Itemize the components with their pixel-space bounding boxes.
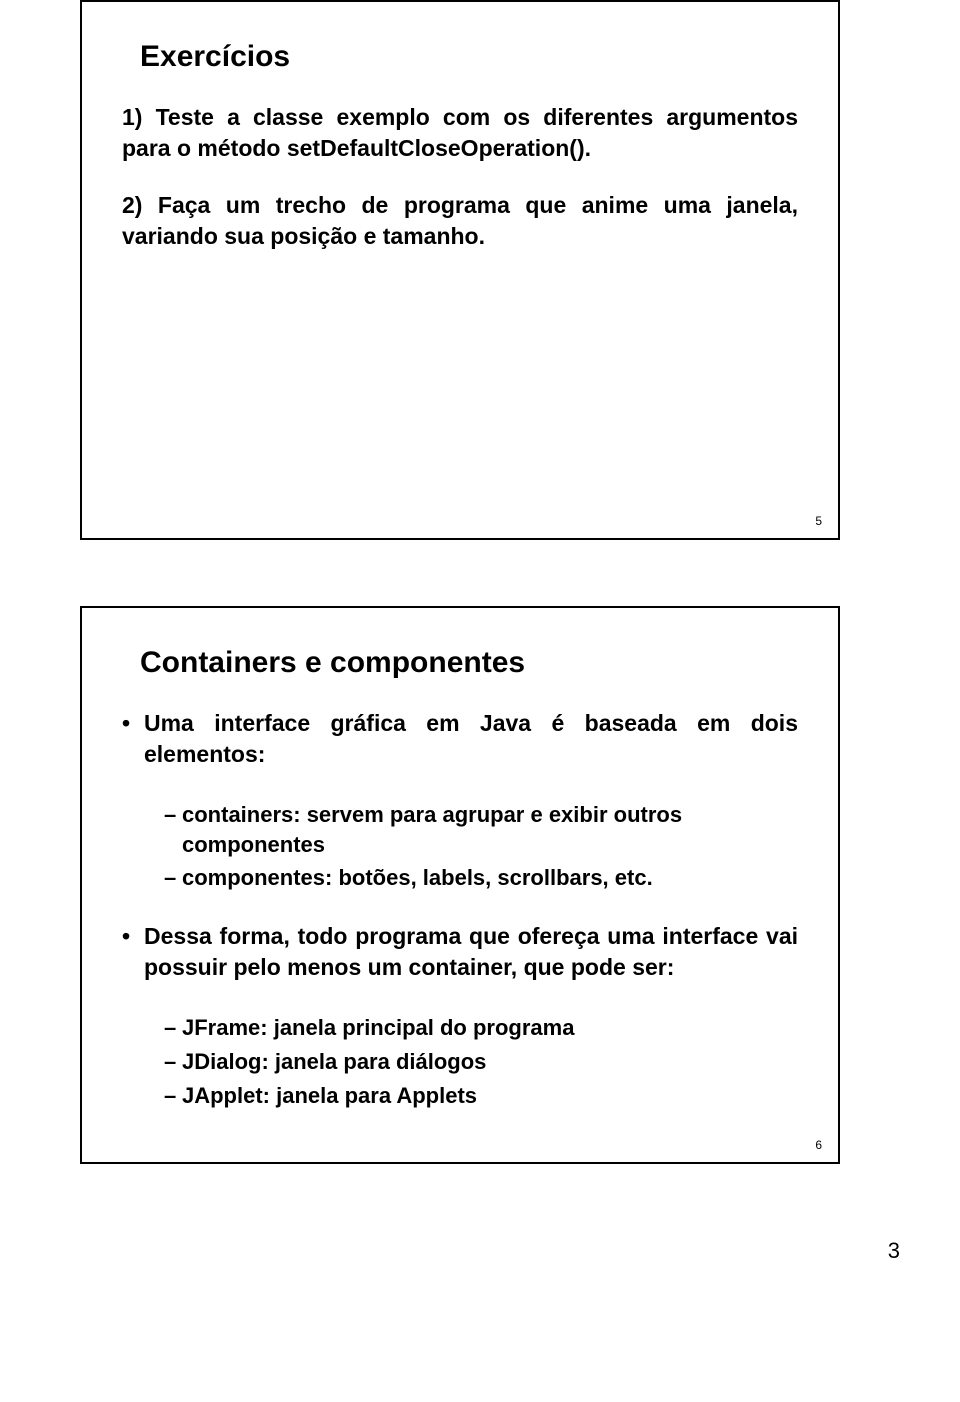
bullet-text: JFrame: janela principal do programa (182, 1013, 798, 1043)
slide-title: Exercícios (140, 40, 798, 74)
page-number: 3 (888, 1238, 900, 1264)
bullet-dash-icon: – (164, 800, 182, 859)
bullet-level2: – JDialog: janela para diálogos (164, 1047, 798, 1077)
bullet-text: JApplet: janela para Applets (182, 1081, 798, 1111)
bullet-level1: • Dessa forma, todo programa que ofereça… (122, 921, 798, 983)
bullet-dash-icon: – (164, 863, 182, 893)
exercise-1: 1) Teste a classe exemplo com os diferen… (122, 102, 798, 164)
bullet-level1: • Uma interface gráfica em Java é basead… (122, 708, 798, 770)
bullet-dash-icon: – (164, 1081, 182, 1111)
document-page: Exercícios 1) Teste a classe exemplo com… (0, 0, 960, 1270)
bullet-text: Dessa forma, todo programa que ofereça u… (144, 921, 798, 983)
bullet-level2: – containers: servem para agrupar e exib… (164, 800, 798, 859)
bullet-dot-icon: • (122, 921, 144, 983)
bullet-level2: – JFrame: janela principal do programa (164, 1013, 798, 1043)
bullet-text: Uma interface gráfica em Java é baseada … (144, 708, 798, 770)
bullet-text: componentes: botões, labels, scrollbars,… (182, 863, 798, 893)
bullet-level2: – componentes: botões, labels, scrollbar… (164, 863, 798, 893)
bullet-level2: – JApplet: janela para Applets (164, 1081, 798, 1111)
slide-containers: Containers e componentes • Uma interface… (80, 606, 840, 1164)
slide-number: 6 (815, 1138, 822, 1152)
bullet-dash-icon: – (164, 1047, 182, 1077)
slide-exercicios: Exercícios 1) Teste a classe exemplo com… (80, 0, 840, 540)
bullet-text: JDialog: janela para diálogos (182, 1047, 798, 1077)
slide-number: 5 (815, 514, 822, 528)
bullet-dash-icon: – (164, 1013, 182, 1043)
bullet-dot-icon: • (122, 708, 144, 770)
exercise-2: 2) Faça um trecho de programa que anime … (122, 190, 798, 252)
bullet-text: containers: servem para agrupar e exibir… (182, 800, 798, 859)
slide-title: Containers e componentes (140, 646, 798, 680)
